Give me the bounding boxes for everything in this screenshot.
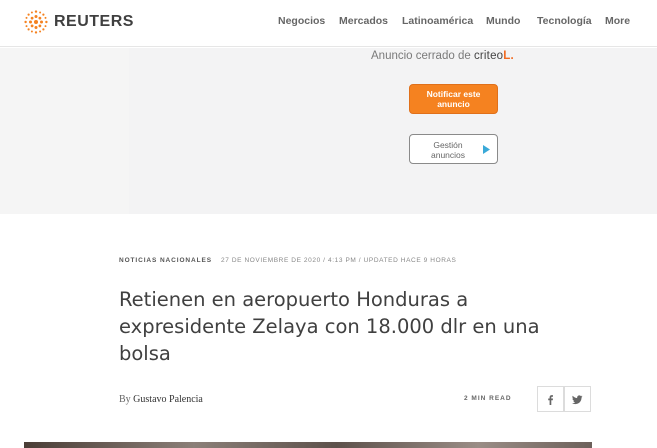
share-twitter-button[interactable] <box>564 386 591 412</box>
criteo-mark: L. <box>503 50 514 62</box>
article-headline: Retienen en aeropuerto Honduras a expres… <box>119 288 540 365</box>
ad-closed-text: Anuncio cerrado de <box>371 50 471 62</box>
criteo-wordmark: criteo <box>473 50 504 62</box>
criteo-logo[interactable]: criteoL. <box>474 50 514 62</box>
site-header: REUTERS Negocios Mercados Latinoamérica … <box>0 0 657 47</box>
nav-item-latinoamerica[interactable]: Latinoamérica <box>402 15 473 27</box>
author-name[interactable]: Gustavo Palencia <box>133 394 203 405</box>
report-ad-label: Notificar este anuncio <box>426 89 481 109</box>
main-nav: Negocios Mercados Latinoamérica Mundo Te… <box>0 15 657 29</box>
nav-item-more[interactable]: More <box>605 15 630 27</box>
ad-closed-notice: Anuncio cerrado de criteoL. <box>371 50 514 62</box>
nav-item-tecnologia[interactable]: Tecnología <box>537 15 592 27</box>
twitter-icon <box>572 394 583 404</box>
nav-item-negocios[interactable]: Negocios <box>278 15 325 27</box>
nav-item-mercados[interactable]: Mercados <box>339 15 388 27</box>
byline-prefix: By <box>119 394 131 405</box>
manage-ads-button[interactable]: Gestión anuncios <box>409 134 498 164</box>
article-dateline: 27 DE NOVIEMBRE DE 2020 / 4:13 PM / UPDA… <box>221 257 457 264</box>
read-time: 2 MIN READ <box>464 395 512 402</box>
facebook-icon <box>548 394 553 405</box>
ad-sidebar-space <box>0 48 129 214</box>
share-facebook-button[interactable] <box>537 386 564 412</box>
ad-container <box>129 48 657 214</box>
report-ad-button[interactable]: Notificar este anuncio <box>409 84 498 114</box>
article-section-label[interactable]: NOTICIAS NACIONALES <box>119 257 212 264</box>
adchoices-play-icon <box>483 145 490 154</box>
article-lead-image <box>24 442 592 448</box>
nav-item-mundo[interactable]: Mundo <box>486 15 520 27</box>
manage-ads-label: Gestión anuncios <box>430 140 466 160</box>
article-byline: By Gustavo Palencia <box>119 394 203 405</box>
